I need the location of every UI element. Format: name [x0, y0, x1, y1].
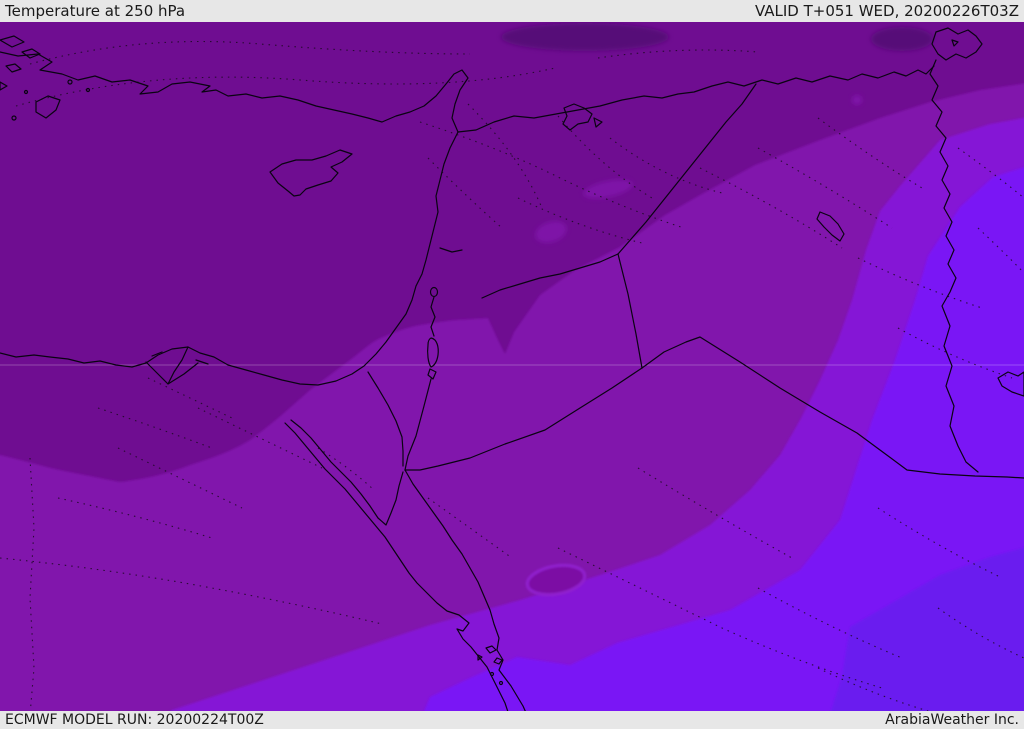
coldest-blob-2	[871, 27, 933, 51]
coldest-blob-1	[501, 23, 669, 51]
credit-label: ArabiaWeather Inc.	[885, 712, 1019, 728]
temperature-bands	[0, 22, 1024, 711]
model-run-label: ECMWF MODEL RUN: 20200224T00Z	[5, 712, 264, 728]
temperature-map	[0, 22, 1024, 711]
weather-map-window: Temperature at 250 hPa VALID T+051 WED, …	[0, 0, 1024, 729]
page-title: Temperature at 250 hPa	[5, 2, 186, 20]
valid-time-label: VALID T+051 WED, 20200226T03Z	[754, 2, 1019, 20]
header-bar: Temperature at 250 hPa VALID T+051 WED, …	[0, 0, 1024, 22]
warm-pocket-3	[852, 95, 862, 105]
footer-bar: ECMWF MODEL RUN: 20200224T00Z ArabiaWeat…	[0, 711, 1024, 729]
